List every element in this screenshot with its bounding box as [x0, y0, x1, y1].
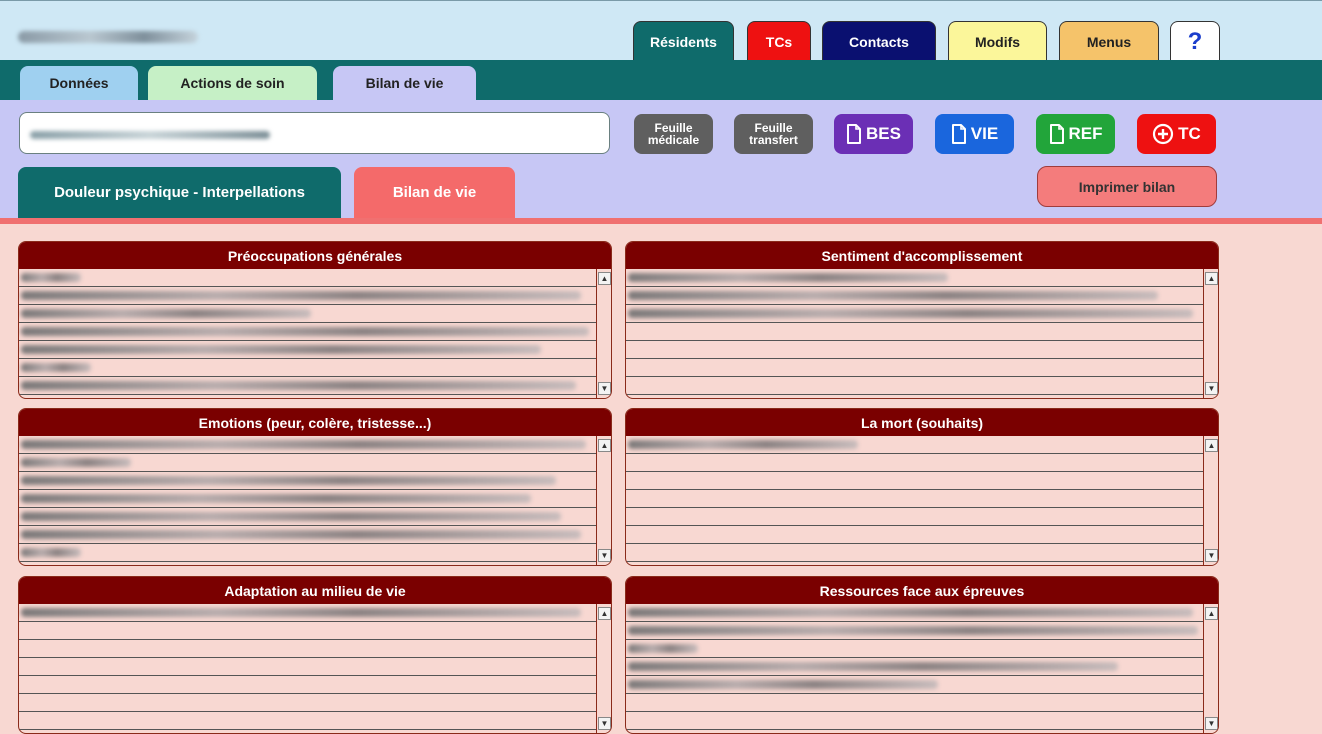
scroll-up-icon[interactable]: ▲: [598, 439, 611, 452]
subtab-actions-de-soin[interactable]: Actions de soin: [148, 66, 317, 100]
panel-adaptation: Adaptation au milieu de vie ▲ ▼: [18, 576, 612, 734]
scroll-down-icon[interactable]: ▼: [1205, 382, 1218, 395]
document-icon: [846, 124, 862, 144]
document-icon: [1049, 124, 1065, 144]
scroll-down-icon[interactable]: ▼: [1205, 549, 1218, 562]
scrollbar[interactable]: ▲ ▼: [1203, 436, 1218, 565]
scroll-up-icon[interactable]: ▲: [598, 272, 611, 285]
scroll-up-icon[interactable]: ▲: [598, 607, 611, 620]
panel-title: Adaptation au milieu de vie: [19, 577, 611, 604]
ref-button[interactable]: REF: [1036, 114, 1115, 154]
panel-title: Ressources face aux épreuves: [626, 577, 1218, 604]
tc-label: TC: [1178, 124, 1201, 143]
scrollbar[interactable]: ▲ ▼: [1203, 269, 1218, 398]
tab-douleur-psychique[interactable]: Douleur psychique - Interpellations: [18, 167, 341, 218]
document-icon: [951, 124, 967, 144]
panel-textarea[interactable]: ▲ ▼: [19, 604, 611, 733]
panel-textarea[interactable]: ▲ ▼: [626, 436, 1218, 565]
scroll-down-icon[interactable]: ▼: [1205, 717, 1218, 730]
panel-textarea[interactable]: ▲ ▼: [626, 269, 1218, 398]
tab-tcs[interactable]: TCs: [747, 21, 811, 61]
feuille-transfert-button[interactable]: Feuille transfert: [734, 114, 813, 154]
tab-bilan-de-vie-section[interactable]: Bilan de vie: [354, 167, 515, 218]
scroll-up-icon[interactable]: ▲: [1205, 439, 1218, 452]
panel-preoccupations: Préoccupations générales ▲ ▼: [18, 241, 612, 399]
panel-textarea[interactable]: ▲ ▼: [19, 269, 611, 398]
scrollbar[interactable]: ▲ ▼: [596, 604, 611, 733]
scrollbar[interactable]: ▲ ▼: [1203, 604, 1218, 733]
panel-emotions: Emotions (peur, colère, tristesse...) ▲ …: [18, 408, 612, 566]
user-name-blurred: [18, 31, 198, 43]
scroll-up-icon[interactable]: ▲: [1205, 272, 1218, 285]
plus-circle-icon: [1152, 123, 1174, 145]
panel-la-mort: La mort (souhaits) ▲ ▼: [625, 408, 1219, 566]
add-tc-button[interactable]: TC: [1137, 114, 1216, 154]
vie-label: VIE: [970, 124, 999, 143]
scroll-down-icon[interactable]: ▼: [598, 549, 611, 562]
bes-label: BES: [866, 124, 901, 143]
tab-residents[interactable]: Résidents: [633, 21, 734, 61]
panel-textarea[interactable]: ▲ ▼: [626, 604, 1218, 733]
ref-label: REF: [1068, 124, 1103, 143]
panel-title: Emotions (peur, colère, tristesse...): [19, 409, 611, 436]
tab-modifs[interactable]: Modifs: [948, 21, 1047, 61]
resident-name-blurred: [30, 131, 270, 139]
resident-name-field[interactable]: [19, 112, 610, 154]
scroll-up-icon[interactable]: ▲: [1205, 607, 1218, 620]
scroll-down-icon[interactable]: ▼: [598, 382, 611, 395]
panel-accomplissement: Sentiment d'accomplissement ▲ ▼: [625, 241, 1219, 399]
tab-contacts[interactable]: Contacts: [822, 21, 936, 61]
subtab-donnees[interactable]: Données: [20, 66, 138, 100]
tab-menus[interactable]: Menus: [1059, 21, 1159, 61]
vie-button[interactable]: VIE: [935, 114, 1014, 154]
feuille-medicale-button[interactable]: Feuille médicale: [634, 114, 713, 154]
panel-ressources: Ressources face aux épreuves ▲ ▼: [625, 576, 1219, 734]
panel-title: Préoccupations générales: [19, 242, 611, 269]
section-divider: [0, 218, 1322, 224]
bes-button[interactable]: BES: [834, 114, 913, 154]
panel-title: La mort (souhaits): [626, 409, 1218, 436]
scroll-down-icon[interactable]: ▼: [598, 717, 611, 730]
panel-textarea[interactable]: ▲ ▼: [19, 436, 611, 565]
panel-title: Sentiment d'accomplissement: [626, 242, 1218, 269]
help-button[interactable]: ?: [1170, 21, 1220, 61]
scrollbar[interactable]: ▲ ▼: [596, 436, 611, 565]
subtab-bilan-de-vie[interactable]: Bilan de vie: [333, 66, 476, 100]
print-bilan-button[interactable]: Imprimer bilan: [1037, 166, 1217, 207]
scrollbar[interactable]: ▲ ▼: [596, 269, 611, 398]
